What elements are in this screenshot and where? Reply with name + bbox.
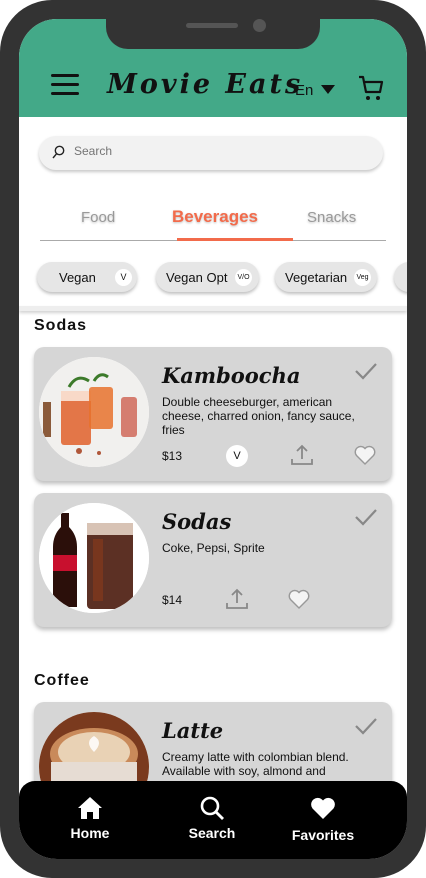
item-name: Sodas (162, 509, 232, 534)
phone-notch (106, 19, 320, 49)
home-icon (78, 797, 102, 819)
camera (253, 19, 266, 32)
nav-label: Search (188, 825, 236, 841)
category-tabs: Food Beverages Snacks (40, 205, 386, 241)
phone: Movie Eats En Food Beverages Snacks (0, 0, 426, 878)
cart-icon[interactable] (358, 74, 384, 102)
nav-home[interactable]: Home (45, 795, 135, 841)
item-price: $14 (162, 593, 183, 607)
menu-item-card[interactable]: Kamboocha Double cheeseburger, american … (34, 347, 392, 481)
nav-search[interactable]: Search (167, 795, 257, 841)
filter-more[interactable] (394, 262, 407, 292)
heart-icon[interactable] (287, 587, 311, 611)
filter-label: Vegan (59, 270, 96, 285)
vegan-opt-badge: V/O (235, 269, 252, 286)
tab-snacks[interactable]: Snacks (307, 209, 356, 226)
kamboocha-image (39, 357, 149, 467)
divider (19, 306, 407, 311)
language-label: En (295, 82, 314, 99)
section-title: Sodas (34, 317, 88, 334)
sodas-image (39, 503, 149, 613)
vegetarian-badge: Veg (354, 269, 371, 286)
check-icon[interactable] (354, 507, 378, 527)
item-description: Creamy latte with colombian blend. Avail… (162, 750, 349, 778)
nav-favorites[interactable]: Favorites (278, 795, 368, 843)
bottom-nav: Home Search Favorites (19, 781, 407, 859)
section-title: Coffee (34, 672, 90, 689)
check-icon[interactable] (354, 716, 378, 736)
vegan-badge: V (115, 269, 132, 286)
nav-label: Favorites (291, 827, 355, 843)
search-icon (200, 796, 224, 820)
item-price: $13 (162, 449, 183, 463)
item-description: Coke, Pepsi, Sprite (162, 541, 265, 555)
menu-item-card[interactable]: Sodas Coke, Pepsi, Sprite $14 (34, 493, 392, 627)
filter-vegan-opt[interactable]: Vegan Opt V/O (156, 262, 259, 292)
chevron-down-icon (321, 85, 336, 94)
filter-vegetarian[interactable]: Vegetarian Veg (275, 262, 377, 292)
screen: Movie Eats En Food Beverages Snacks (19, 19, 407, 859)
item-name: Latte (162, 718, 224, 743)
search-icon (52, 145, 65, 159)
active-tab-indicator (177, 238, 293, 241)
filter-label: Vegan Opt (166, 270, 228, 285)
share-icon[interactable] (290, 443, 314, 467)
filter-label: Vegetarian (285, 270, 348, 285)
filter-vegan[interactable]: Vegan V (37, 262, 137, 292)
heart-icon[interactable] (353, 443, 377, 467)
search-bar[interactable] (39, 136, 383, 170)
heart-icon (311, 797, 335, 819)
tab-beverages[interactable]: Beverages (172, 207, 258, 227)
language-selector[interactable]: En (295, 82, 336, 99)
share-icon[interactable] (225, 587, 249, 611)
item-name: Kamboocha (162, 363, 301, 388)
check-icon[interactable] (354, 361, 378, 381)
vegan-badge: V (226, 445, 248, 467)
search-input[interactable] (72, 143, 336, 159)
dietary-filters: Vegan V Vegan Opt V/O Vegetarian Veg (37, 262, 407, 294)
app-title: Movie Eats (107, 69, 304, 100)
speaker (186, 23, 238, 28)
item-description: Double cheeseburger, american cheese, ch… (162, 395, 355, 437)
menu-icon[interactable] (51, 74, 79, 96)
nav-label: Home (70, 825, 110, 841)
tab-food[interactable]: Food (81, 209, 115, 226)
